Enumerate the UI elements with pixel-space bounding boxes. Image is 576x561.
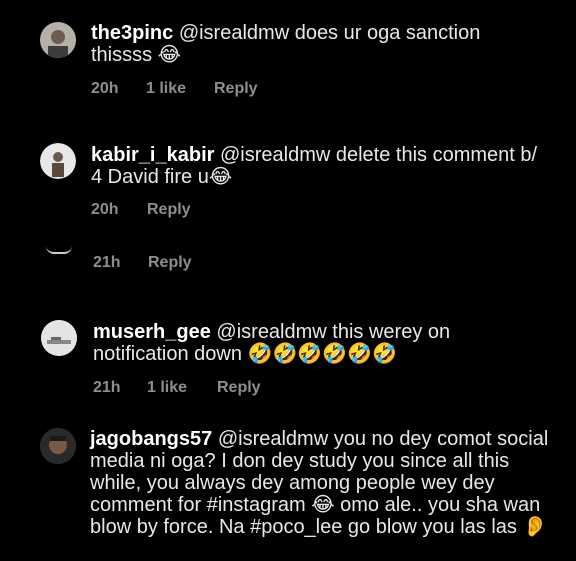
comment-text: the3pinc @isrealdmw does ur oga sanction… <box>91 22 531 66</box>
avatar[interactable] <box>41 320 77 356</box>
username[interactable]: the3pinc <box>91 22 173 44</box>
username[interactable]: kabir_i_kabir <box>91 144 214 166</box>
comment-text: jagobangs57 @isrealdmw you no dey comot … <box>90 428 550 538</box>
avatar[interactable] <box>40 22 76 58</box>
avatar[interactable] <box>40 428 76 464</box>
reply-button[interactable]: Reply <box>217 379 261 397</box>
reply-button[interactable]: Reply <box>147 201 191 219</box>
comment-meta: 20h 1 like Reply <box>91 80 258 98</box>
comment-meta: 21h Reply <box>93 254 192 272</box>
comment-meta: 21h 1 like Reply <box>93 379 261 397</box>
username[interactable]: muserh_gee <box>93 321 211 343</box>
like-count[interactable]: 1 like <box>147 379 217 397</box>
timestamp: 20h <box>91 201 119 218</box>
comment-meta: 20h Reply <box>91 201 191 219</box>
avatar-clipped <box>46 246 72 254</box>
timestamp: 21h <box>93 254 121 271</box>
reply-button[interactable]: Reply <box>148 254 192 272</box>
avatar[interactable] <box>40 143 76 179</box>
comment-text: muserh_gee @isrealdmw this werey on noti… <box>93 321 533 365</box>
timestamp: 20h <box>91 80 119 97</box>
username[interactable]: jagobangs57 <box>90 428 212 450</box>
timestamp: 21h <box>93 379 121 396</box>
reply-button[interactable]: Reply <box>214 80 258 98</box>
comment-text: kabir_i_kabir @isrealdmw delete this com… <box>91 144 551 188</box>
like-count[interactable]: 1 like <box>146 80 214 98</box>
